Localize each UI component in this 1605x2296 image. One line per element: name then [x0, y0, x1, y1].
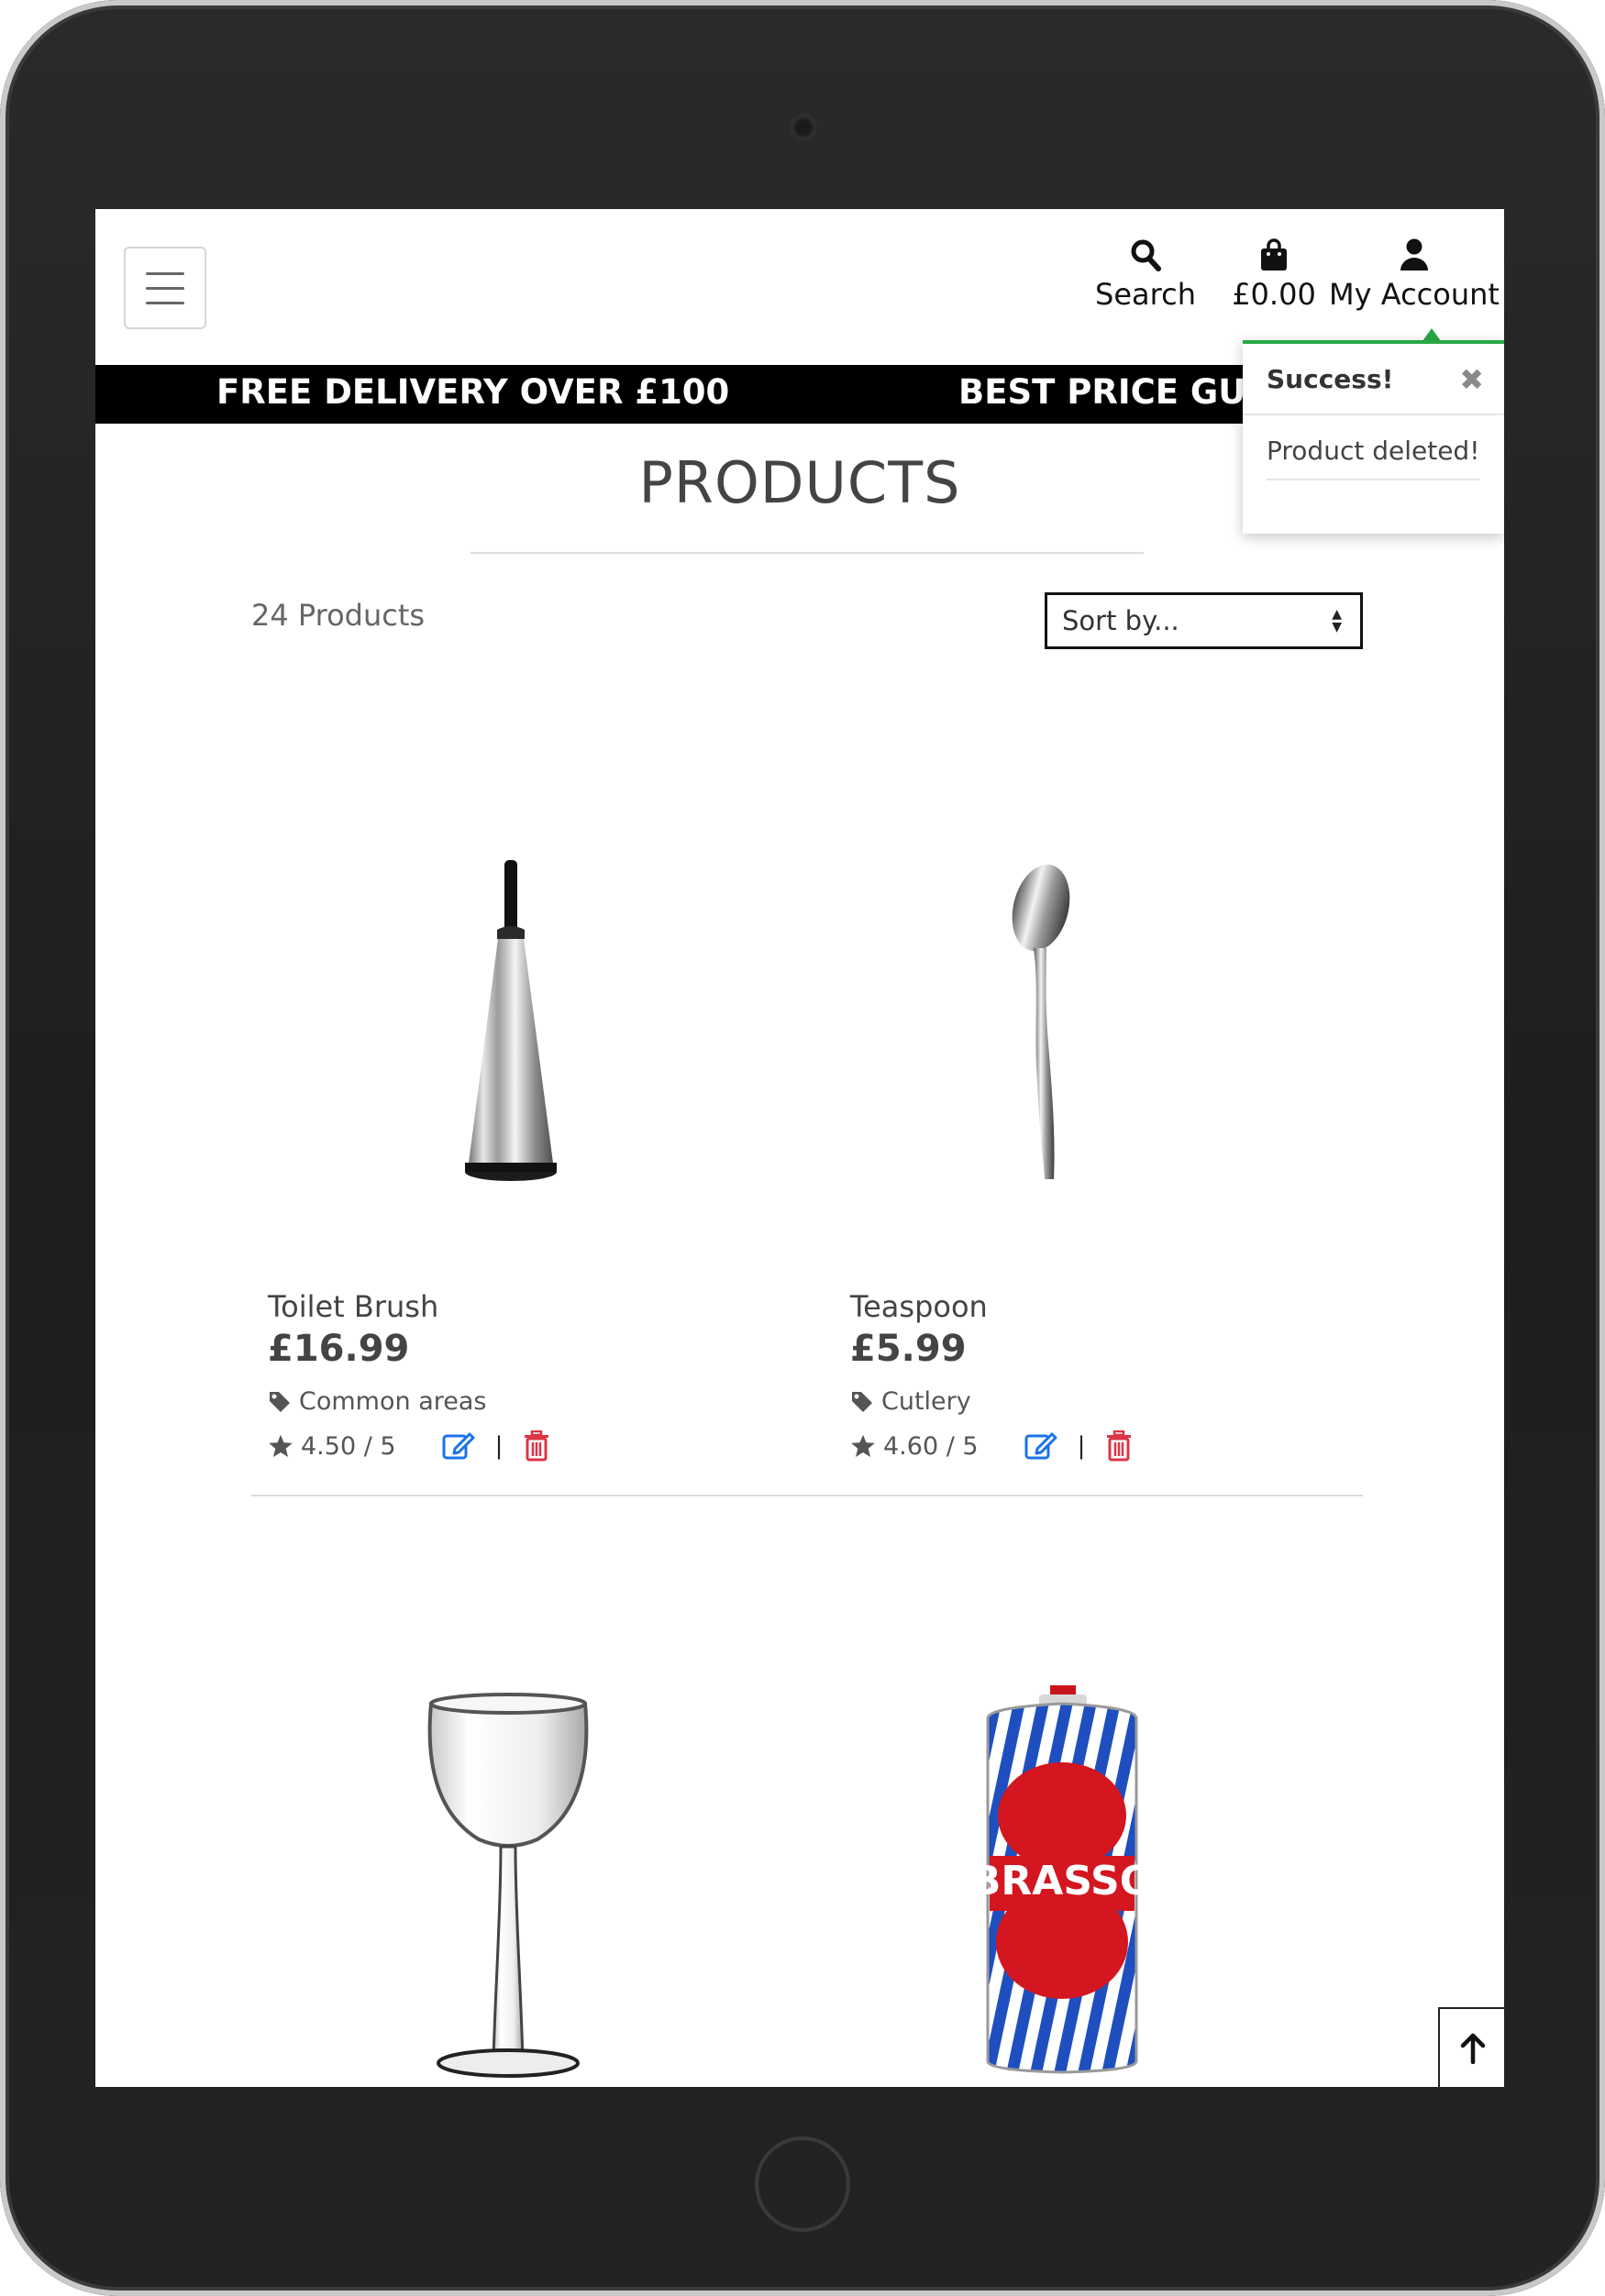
delete-icon[interactable]	[523, 1430, 550, 1462]
product-category[interactable]: Cutlery	[850, 1387, 971, 1416]
delete-icon[interactable]	[1105, 1430, 1133, 1462]
nav-search[interactable]: Search	[1068, 231, 1223, 312]
edit-icon[interactable]	[1024, 1430, 1057, 1462]
sort-caret-icon: ▲ ▼	[1332, 607, 1342, 635]
arrow-up-icon	[1460, 2033, 1486, 2064]
product-actions: 4.60 / 5 |	[850, 1430, 1133, 1462]
product-image-teaspoon[interactable]	[850, 860, 1364, 1245]
sort-selected-value: Sort by...	[1062, 605, 1179, 636]
nav-bag[interactable]: £0.00	[1205, 231, 1343, 312]
separator: |	[494, 1432, 504, 1460]
product-count: 24 Products	[251, 598, 426, 633]
home-button[interactable]	[755, 2136, 850, 2232]
toast-title: Success!	[1267, 363, 1394, 394]
product-image-brasso-tin[interactable]: BRASSO	[850, 1685, 1364, 2074]
nav-account[interactable]: My Account	[1324, 231, 1504, 312]
toast-header: Success! ✖	[1243, 344, 1504, 415]
tablet-frame: Search £0.00 My Account FREE DELIVERY OV…	[0, 0, 1605, 2296]
product-name[interactable]: Toilet Brush	[268, 1289, 438, 1324]
camera-icon	[790, 114, 817, 141]
product-category-label: Cutlery	[881, 1387, 971, 1416]
banner-message: BEST PRICE GUA	[958, 372, 1271, 412]
brasso-label: BRASSO	[970, 1858, 1154, 1904]
edit-icon[interactable]	[442, 1430, 475, 1462]
tag-icon	[852, 1391, 872, 1412]
toast-arrow	[1422, 328, 1441, 341]
product-rating: 4.50 / 5	[301, 1431, 396, 1461]
bag-total: £0.00	[1232, 277, 1316, 312]
close-icon[interactable]: ✖	[1459, 362, 1484, 397]
star-icon	[850, 1433, 876, 1459]
user-icon	[1324, 231, 1504, 271]
divider	[470, 552, 1144, 554]
shopping-bag-icon	[1205, 231, 1343, 271]
product-category[interactable]: Common areas	[268, 1387, 486, 1416]
sort-select[interactable]: Sort by... ▲ ▼	[1045, 592, 1363, 649]
product-rating: 4.60 / 5	[883, 1431, 979, 1461]
product-image-toilet-brush[interactable]	[268, 860, 781, 1245]
divider	[251, 1495, 1363, 1496]
nav-account-label: My Account	[1329, 277, 1500, 312]
tag-icon	[270, 1391, 290, 1412]
back-to-top-button[interactable]	[1438, 2007, 1504, 2087]
product-name[interactable]: Teaspoon	[850, 1289, 988, 1324]
hamburger-icon	[146, 271, 184, 275]
product-image-wine-glass[interactable]	[268, 1685, 781, 2078]
product-price: £5.99	[850, 1328, 967, 1370]
search-icon	[1068, 231, 1223, 271]
separator: |	[1077, 1432, 1086, 1460]
product-price: £16.99	[268, 1328, 410, 1370]
banner-message: FREE DELIVERY OVER £100	[216, 372, 730, 412]
star-icon	[268, 1433, 293, 1459]
nav-search-label: Search	[1095, 277, 1196, 312]
screen: Search £0.00 My Account FREE DELIVERY OV…	[95, 209, 1504, 2087]
hamburger-menu-button[interactable]	[124, 247, 206, 329]
product-actions: 4.50 / 5 |	[268, 1430, 550, 1462]
product-category-label: Common areas	[299, 1387, 487, 1416]
page-title: PRODUCTS	[638, 449, 961, 516]
